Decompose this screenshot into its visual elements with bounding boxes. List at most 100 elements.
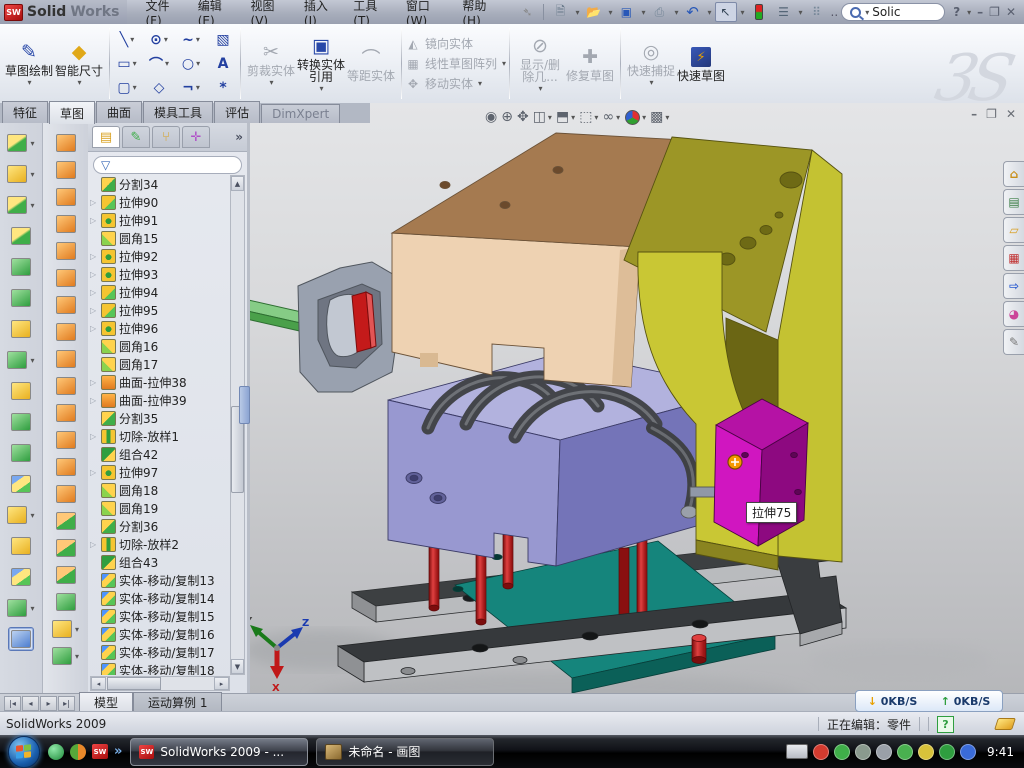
design-library-icon[interactable]: ▱ (1003, 217, 1024, 243)
text-tool-icon[interactable]: A (207, 52, 239, 76)
new-file-icon[interactable]: 🗎 (549, 2, 571, 22)
dome-icon[interactable] (53, 563, 79, 587)
chevron-down-icon[interactable]: ▾ (27, 78, 31, 87)
command-tab[interactable]: 草图 (49, 101, 95, 124)
boundary-surface-icon[interactable] (53, 212, 79, 236)
polygon-tool-icon[interactable]: ◇ (143, 76, 175, 100)
sync-ball-icon[interactable] (960, 744, 976, 760)
expand-arrow-icon[interactable]: ▷ (90, 252, 98, 261)
chevron-down-icon[interactable]: ▾ (616, 113, 620, 122)
tree-item[interactable]: ▷ 曲面-拉伸39 (90, 391, 228, 409)
chevron-down-icon[interactable]: ▾ (133, 83, 137, 92)
lofted-surface-icon[interactable] (53, 185, 79, 209)
planar-surface-icon[interactable] (53, 293, 79, 317)
move-copy-body-icon[interactable] (8, 472, 34, 496)
point-icon[interactable] (8, 565, 34, 589)
taskbar-button-solidworks[interactable]: SW SolidWorks 2009 - ... (130, 738, 308, 766)
offset-surface-icon[interactable] (53, 320, 79, 344)
delete-face-icon[interactable] (53, 374, 79, 398)
tree-item[interactable]: 圆角19 (90, 499, 228, 517)
chevron-down-icon[interactable]: ▾ (665, 113, 669, 122)
chevron-down-icon[interactable]: ▾ (30, 139, 34, 148)
extruded-boss-icon[interactable]: ▾ (4, 162, 37, 186)
minimize-button[interactable]: – (977, 5, 983, 19)
split-icon[interactable] (8, 410, 34, 434)
rotate-view-icon[interactable]: ✥ (517, 109, 529, 125)
expand-arrow-icon[interactable]: ▷ (90, 540, 98, 549)
doc-close-button[interactable]: ✕ (1006, 107, 1016, 121)
small-red-pin[interactable] (692, 635, 706, 664)
line-tool-icon[interactable]: ╲▾ (111, 28, 143, 52)
freeform-icon[interactable] (53, 266, 79, 290)
rebuild-icon[interactable] (748, 2, 770, 22)
extend-surface-icon[interactable] (53, 428, 79, 452)
shell-icon[interactable] (8, 255, 34, 279)
network-speed-widget[interactable]: ↓ 0KB/S ↑ 0KB/S (855, 690, 1003, 712)
tree-item[interactable]: 分割36 (90, 517, 228, 535)
spline-tool-icon[interactable]: ~▾ (175, 28, 207, 52)
rapid-sketch-button[interactable]: ⚡ 快速草图 (676, 43, 726, 84)
rectangle-tool-icon[interactable]: ▭▾ (111, 52, 143, 76)
options-icon[interactable]: ☰ (773, 2, 795, 22)
feature-manager-tab[interactable]: ▤ (92, 126, 120, 148)
helix-spiral-icon[interactable]: ▾ (4, 596, 37, 620)
chevron-down-icon[interactable]: ▾ (967, 8, 971, 17)
draft-icon[interactable] (8, 286, 34, 310)
file-explorer-icon[interactable]: ⇨ (1003, 273, 1024, 299)
volume-icon[interactable] (876, 744, 892, 760)
tree-item[interactable]: 分割35 (90, 409, 228, 427)
tree-item[interactable]: 圆角17 (90, 355, 228, 373)
circle-tool-icon[interactable]: ⊙▾ (143, 28, 175, 52)
help-button[interactable]: ? (953, 5, 960, 19)
arc-tool-icon[interactable]: ⌒▾ (143, 52, 175, 76)
update-gear-icon[interactable] (855, 744, 871, 760)
custom-properties-icon[interactable]: ✎ (1003, 329, 1024, 355)
extruded-cut-icon[interactable]: ▾ (4, 131, 37, 155)
appearances-icon[interactable]: ◕ (1003, 301, 1024, 327)
tree-item[interactable]: 实体-移动/复制16 (90, 625, 228, 643)
resources-icon[interactable]: ▤ (1003, 189, 1024, 215)
chevron-down-icon[interactable]: ▾ (30, 604, 34, 613)
launcher-icon[interactable] (70, 744, 86, 760)
property-manager-tab[interactable]: ✎ (122, 126, 150, 148)
quick-tips-icon[interactable]: ? (937, 716, 954, 733)
instant3d-icon[interactable] (8, 627, 34, 651)
quicklaunch-overflow-chevron[interactable]: » (114, 744, 122, 759)
command-tab[interactable]: DimXpert (261, 104, 340, 123)
tree-item[interactable]: 实体-移动/复制13 (90, 571, 228, 589)
open-file-icon[interactable]: 📂 (582, 2, 604, 22)
save-icon[interactable]: ▣ (615, 2, 637, 22)
expand-arrow-icon[interactable]: ▷ (90, 306, 98, 315)
expand-arrow-icon[interactable]: ▷ (90, 288, 98, 297)
spline-surface-icon[interactable]: ▾ (49, 644, 82, 668)
tree-item[interactable]: 圆角15 (90, 229, 228, 247)
expand-arrow-icon[interactable]: ▷ (90, 324, 98, 333)
tree-item[interactable]: ▷ 拉伸93 (90, 265, 228, 283)
chevron-down-icon[interactable]: ▾ (165, 59, 169, 68)
tree-horizontal-scrollbar[interactable]: ◂ ▸ (90, 676, 230, 691)
trim-surface-icon[interactable] (53, 455, 79, 479)
revolved-surface-icon[interactable] (53, 158, 79, 182)
tree-item[interactable]: 组合43 (90, 553, 228, 571)
chevron-down-icon[interactable]: ▾ (130, 35, 134, 44)
ruled-surface-icon[interactable] (53, 347, 79, 371)
health-shield-icon[interactable] (939, 744, 955, 760)
chevron-down-icon[interactable]: ▾ (30, 356, 34, 365)
tree-item[interactable]: 圆角18 (90, 481, 228, 499)
tag-icon[interactable] (994, 718, 1016, 730)
zoom-fit-icon[interactable]: ◉ (485, 109, 497, 125)
hide-show-items-icon[interactable]: ∞▾ (602, 109, 620, 125)
tree-item[interactable]: ▷ 拉伸92 (90, 247, 228, 265)
expand-arrow-icon[interactable]: ▷ (90, 216, 98, 225)
offset-points-icon[interactable]: ▾ (49, 617, 82, 641)
wrap-icon[interactable] (8, 317, 34, 341)
security-alert-icon[interactable] (813, 744, 829, 760)
tree-item[interactable]: 实体-移动/复制15 (90, 607, 228, 625)
doc-minimize-button[interactable]: – (971, 107, 977, 121)
combine-icon[interactable] (8, 441, 34, 465)
chevron-down-icon[interactable]: ▾ (196, 59, 200, 68)
slot-tool-icon[interactable]: ▢▾ (111, 76, 143, 100)
expand-arrow-icon[interactable]: ▷ (90, 468, 98, 477)
search-input[interactable]: ▾ Solic (841, 3, 945, 21)
chevron-down-icon[interactable]: ▾ (548, 113, 552, 122)
